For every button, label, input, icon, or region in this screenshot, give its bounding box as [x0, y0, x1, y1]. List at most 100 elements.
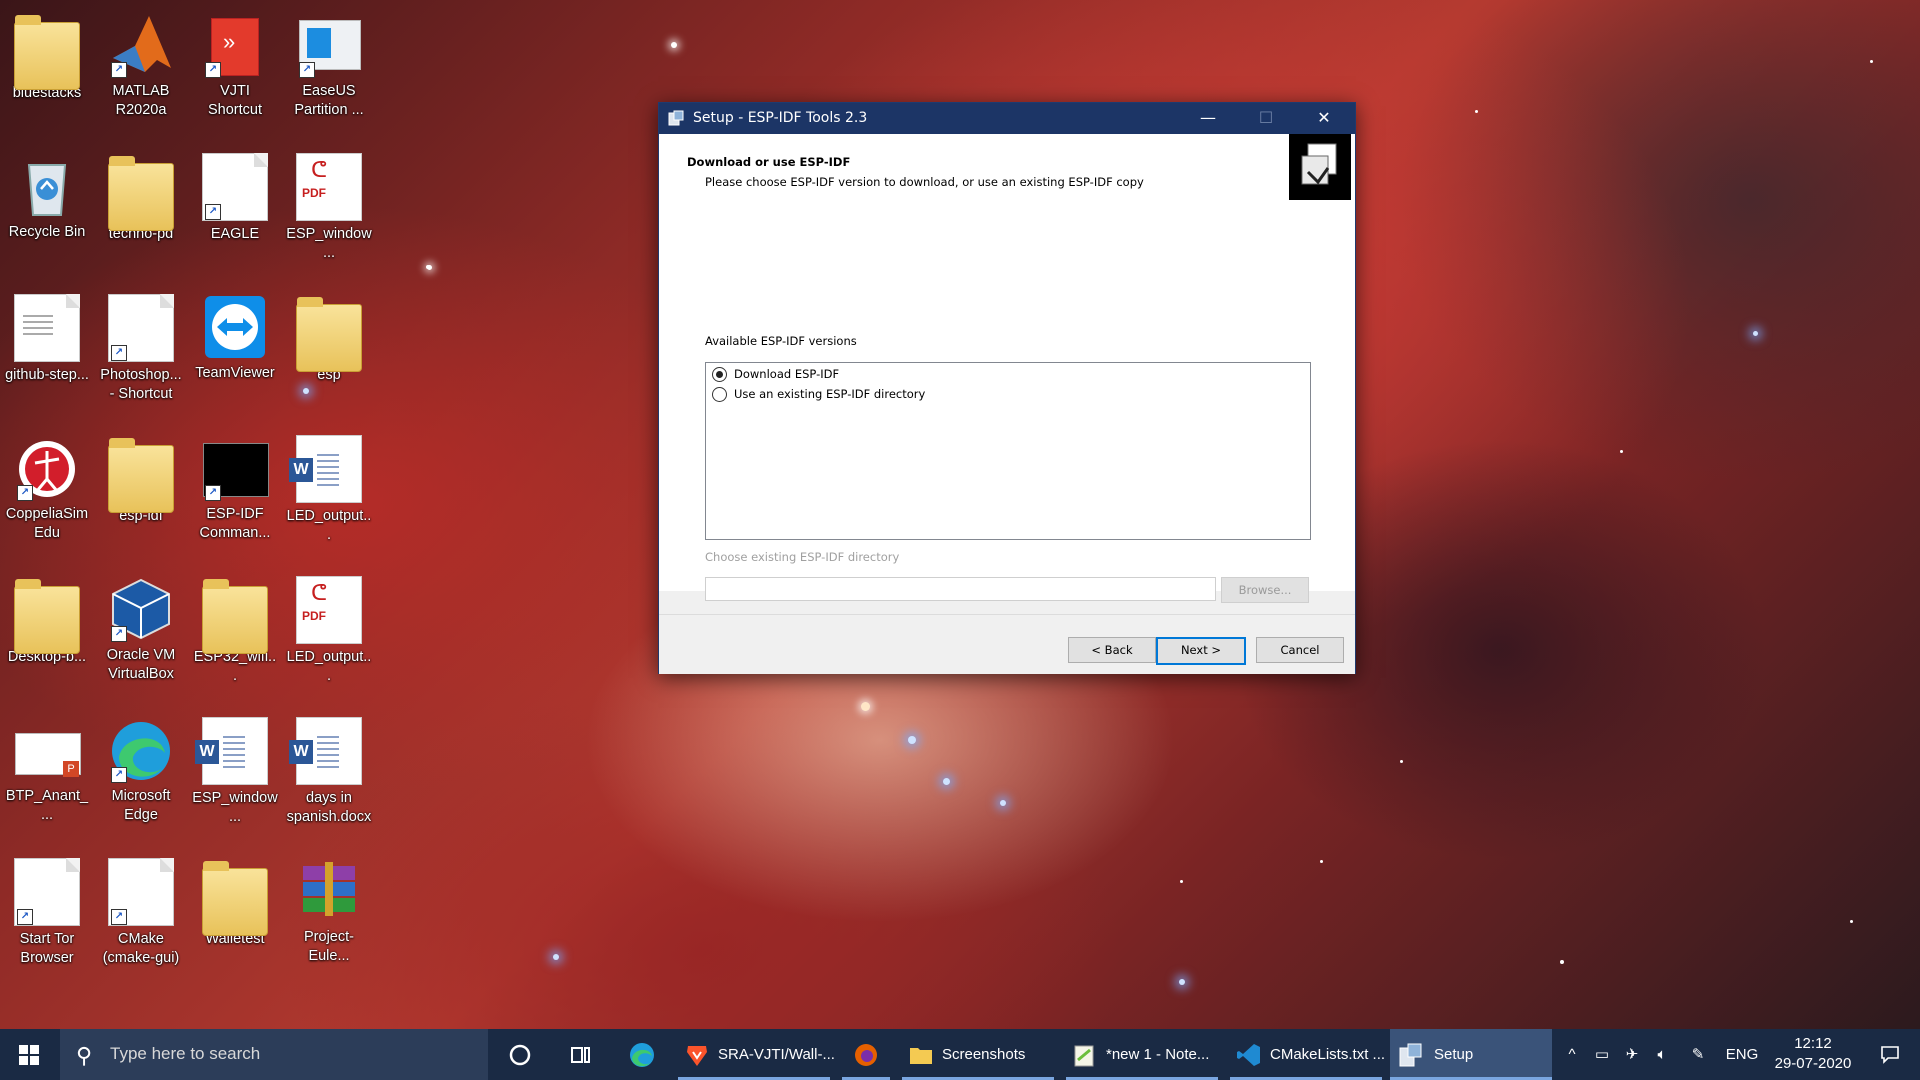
- airplane-mode-icon[interactable]: ✈: [1618, 1029, 1646, 1080]
- winrar-icon: [297, 858, 361, 924]
- desktop-icon-esp[interactable]: esp: [284, 286, 374, 416]
- taskbar-screenshots-folder[interactable]: Screenshots: [902, 1029, 1054, 1080]
- shortcut-arrow-icon: ↗: [111, 626, 127, 642]
- setup-app-icon: [668, 110, 684, 126]
- desktop-icon-label: ESP-IDF Comman...: [199, 506, 271, 541]
- desktop-icon-github-step[interactable]: github-step...: [2, 286, 92, 416]
- shortcut-arrow-icon: ↗: [17, 909, 33, 925]
- taskbar-vscode[interactable]: CMakeLists.txt ...: [1230, 1029, 1385, 1080]
- star: [427, 265, 432, 270]
- pdf-icon: ᕦ PDF: [296, 576, 362, 644]
- shortcut-arrow-icon: ↗: [111, 909, 127, 925]
- clock[interactable]: 12:12 29-07-2020: [1768, 1029, 1858, 1080]
- desktop-icon-teamviewer[interactable]: TeamViewer: [190, 286, 280, 416]
- word-document-icon: W: [289, 717, 362, 785]
- taskbar-edge[interactable]: [618, 1029, 666, 1080]
- dialog-titlebar[interactable]: Setup - ESP-IDF Tools 2.3 — ☐ ✕: [659, 103, 1355, 134]
- dialog-header: Download or use ESP-IDF Please choose ES…: [659, 134, 1355, 223]
- vjti-icon: » ↗: [203, 12, 267, 78]
- folder-icon: [202, 861, 268, 936]
- notepad-plus-icon: [1074, 1045, 1094, 1067]
- star: [908, 736, 916, 744]
- desktop-icon-label: TeamViewer: [195, 365, 275, 381]
- desktop-icon-walletest[interactable]: Walletest: [190, 850, 280, 980]
- desktop-icon-led-output-docx[interactable]: W LED_output...: [284, 427, 374, 557]
- desktop-icon-easeus[interactable]: ↗ EaseUS Partition ...: [284, 4, 374, 134]
- version-list[interactable]: Download ESP-IDF Use an existing ESP-IDF…: [705, 362, 1311, 540]
- volume-icon[interactable]: 🔈︎: [1648, 1029, 1676, 1080]
- next-button[interactable]: Next >: [1156, 637, 1246, 665]
- shortcut-arrow-icon: ↗: [17, 485, 33, 501]
- desktop-icon-tor-browser[interactable]: ↗ Start Tor Browser: [2, 850, 92, 980]
- desktop-icon-techno-pd[interactable]: techno-pd: [96, 145, 186, 275]
- task-view-button[interactable]: [556, 1029, 604, 1080]
- word-document-icon: W: [289, 435, 362, 503]
- close-button[interactable]: ✕: [1295, 103, 1353, 134]
- desktop-icon-label: CMake (cmake-gui): [102, 931, 180, 966]
- taskbar-notepad-plus[interactable]: *new 1 - Note...: [1066, 1029, 1218, 1080]
- desktop-icon-label: Recycle Bin: [8, 224, 86, 240]
- desktop-icon-desktop-b[interactable]: Desktop-b...: [2, 568, 92, 698]
- directory-input[interactable]: [705, 577, 1216, 601]
- directory-label: Choose existing ESP-IDF directory: [705, 550, 900, 564]
- cortana-button[interactable]: [496, 1029, 544, 1080]
- taskbar-search-box[interactable]: ⚲ Type here to search: [60, 1029, 488, 1080]
- firefox-icon: [855, 1044, 877, 1066]
- desktop-icon-edge[interactable]: ↗ Microsoft Edge: [96, 709, 186, 839]
- document-icon: ↗: [108, 858, 174, 926]
- desktop-icon-eagle[interactable]: ↗ EAGLE: [190, 145, 280, 275]
- radio-unselected[interactable]: [712, 387, 727, 402]
- desktop-icon-matlab[interactable]: ↗ MATLAB R2020a: [96, 4, 186, 134]
- desktop-icon-days-in-spanish[interactable]: W days in spanish.docx: [284, 709, 374, 839]
- search-placeholder: Type here to search: [110, 1044, 261, 1063]
- desktop-icon-cmake[interactable]: ↗ CMake (cmake-gui): [96, 850, 186, 980]
- desktop-icon-recycle-bin[interactable]: Recycle Bin: [2, 145, 92, 275]
- star: [553, 954, 559, 960]
- desktop-icon-vjti[interactable]: » ↗ VJTI Shortcut: [190, 4, 280, 134]
- desktop-icon-label: Start Tor Browser: [19, 931, 75, 966]
- page-subtitle: Please choose ESP-IDF version to downloa…: [705, 175, 1144, 189]
- star: [1753, 331, 1758, 336]
- action-center-button[interactable]: [1868, 1029, 1912, 1080]
- desktop-icon-label: VJTI Shortcut: [208, 83, 262, 118]
- desktop-icon-esp-idf[interactable]: esp-idf: [96, 427, 186, 557]
- taskbar-brave-window[interactable]: SRA-VJTI/Wall-...: [678, 1029, 835, 1080]
- desktop-icon-esp-idf-command[interactable]: ↗ ESP-IDF Comman...: [190, 427, 280, 557]
- desktop-icon-photoshop[interactable]: ↗ Photoshop... - Shortcut: [96, 286, 186, 416]
- coppeliasim-icon: ↗: [15, 435, 79, 501]
- minimize-button[interactable]: —: [1179, 103, 1237, 134]
- back-button[interactable]: < Back: [1068, 637, 1156, 663]
- pen-workspace-icon[interactable]: ✎: [1682, 1029, 1714, 1080]
- show-hidden-icons-button[interactable]: ^: [1558, 1029, 1586, 1080]
- folder-icon: [202, 579, 268, 654]
- desktop-icon-esp32-wifi[interactable]: ESP32_wifi...: [190, 568, 280, 698]
- browse-button[interactable]: Browse...: [1221, 577, 1309, 603]
- battery-icon[interactable]: ▭: [1588, 1029, 1616, 1080]
- cancel-button[interactable]: Cancel: [1256, 637, 1344, 663]
- radio-selected[interactable]: [712, 367, 727, 382]
- word-document-icon: W: [195, 717, 268, 785]
- desktop-icon-btp-anant[interactable]: P BTP_Anant_...: [2, 709, 92, 839]
- taskbar: ⚲ Type here to search SRA-VJTI/Wall-... …: [0, 1029, 1920, 1080]
- desktop-icon-coppeliasim[interactable]: ↗ CoppeliaSim Edu: [2, 427, 92, 557]
- desktop-icon-label: MATLAB R2020a: [112, 83, 170, 118]
- setup-app-icon: [1399, 1043, 1422, 1067]
- desktop-icon-bluestacks[interactable]: bluestacks: [2, 4, 92, 134]
- virtualbox-icon: ↗: [109, 576, 173, 642]
- desktop-icon-virtualbox[interactable]: ↗ Oracle VM VirtualBox: [96, 568, 186, 698]
- taskbar-setup[interactable]: Setup: [1390, 1029, 1552, 1080]
- document-icon: ↗: [202, 153, 268, 221]
- star: [1475, 110, 1478, 113]
- search-icon: ⚲: [76, 1043, 93, 1068]
- desktop-icon-led-output-pdf[interactable]: ᕦ PDF LED_output...: [284, 568, 374, 698]
- start-button[interactable]: [0, 1029, 60, 1080]
- input-language-indicator[interactable]: ENG: [1722, 1029, 1762, 1080]
- desktop-icon-esp-window-docx[interactable]: W ESP_window...: [190, 709, 280, 839]
- taskbar-firefox[interactable]: [842, 1029, 890, 1080]
- maximize-button[interactable]: ☐: [1237, 103, 1295, 134]
- desktop-icon-esp-window-pdf[interactable]: ᕦ PDF ESP_window...: [284, 145, 374, 275]
- desktop-icon-label: CoppeliaSim Edu: [5, 506, 89, 541]
- shortcut-arrow-icon: ↗: [111, 767, 127, 783]
- easeus-icon: ↗: [297, 12, 361, 78]
- desktop-icon-project-euler[interactable]: Project-Eule...: [284, 850, 374, 980]
